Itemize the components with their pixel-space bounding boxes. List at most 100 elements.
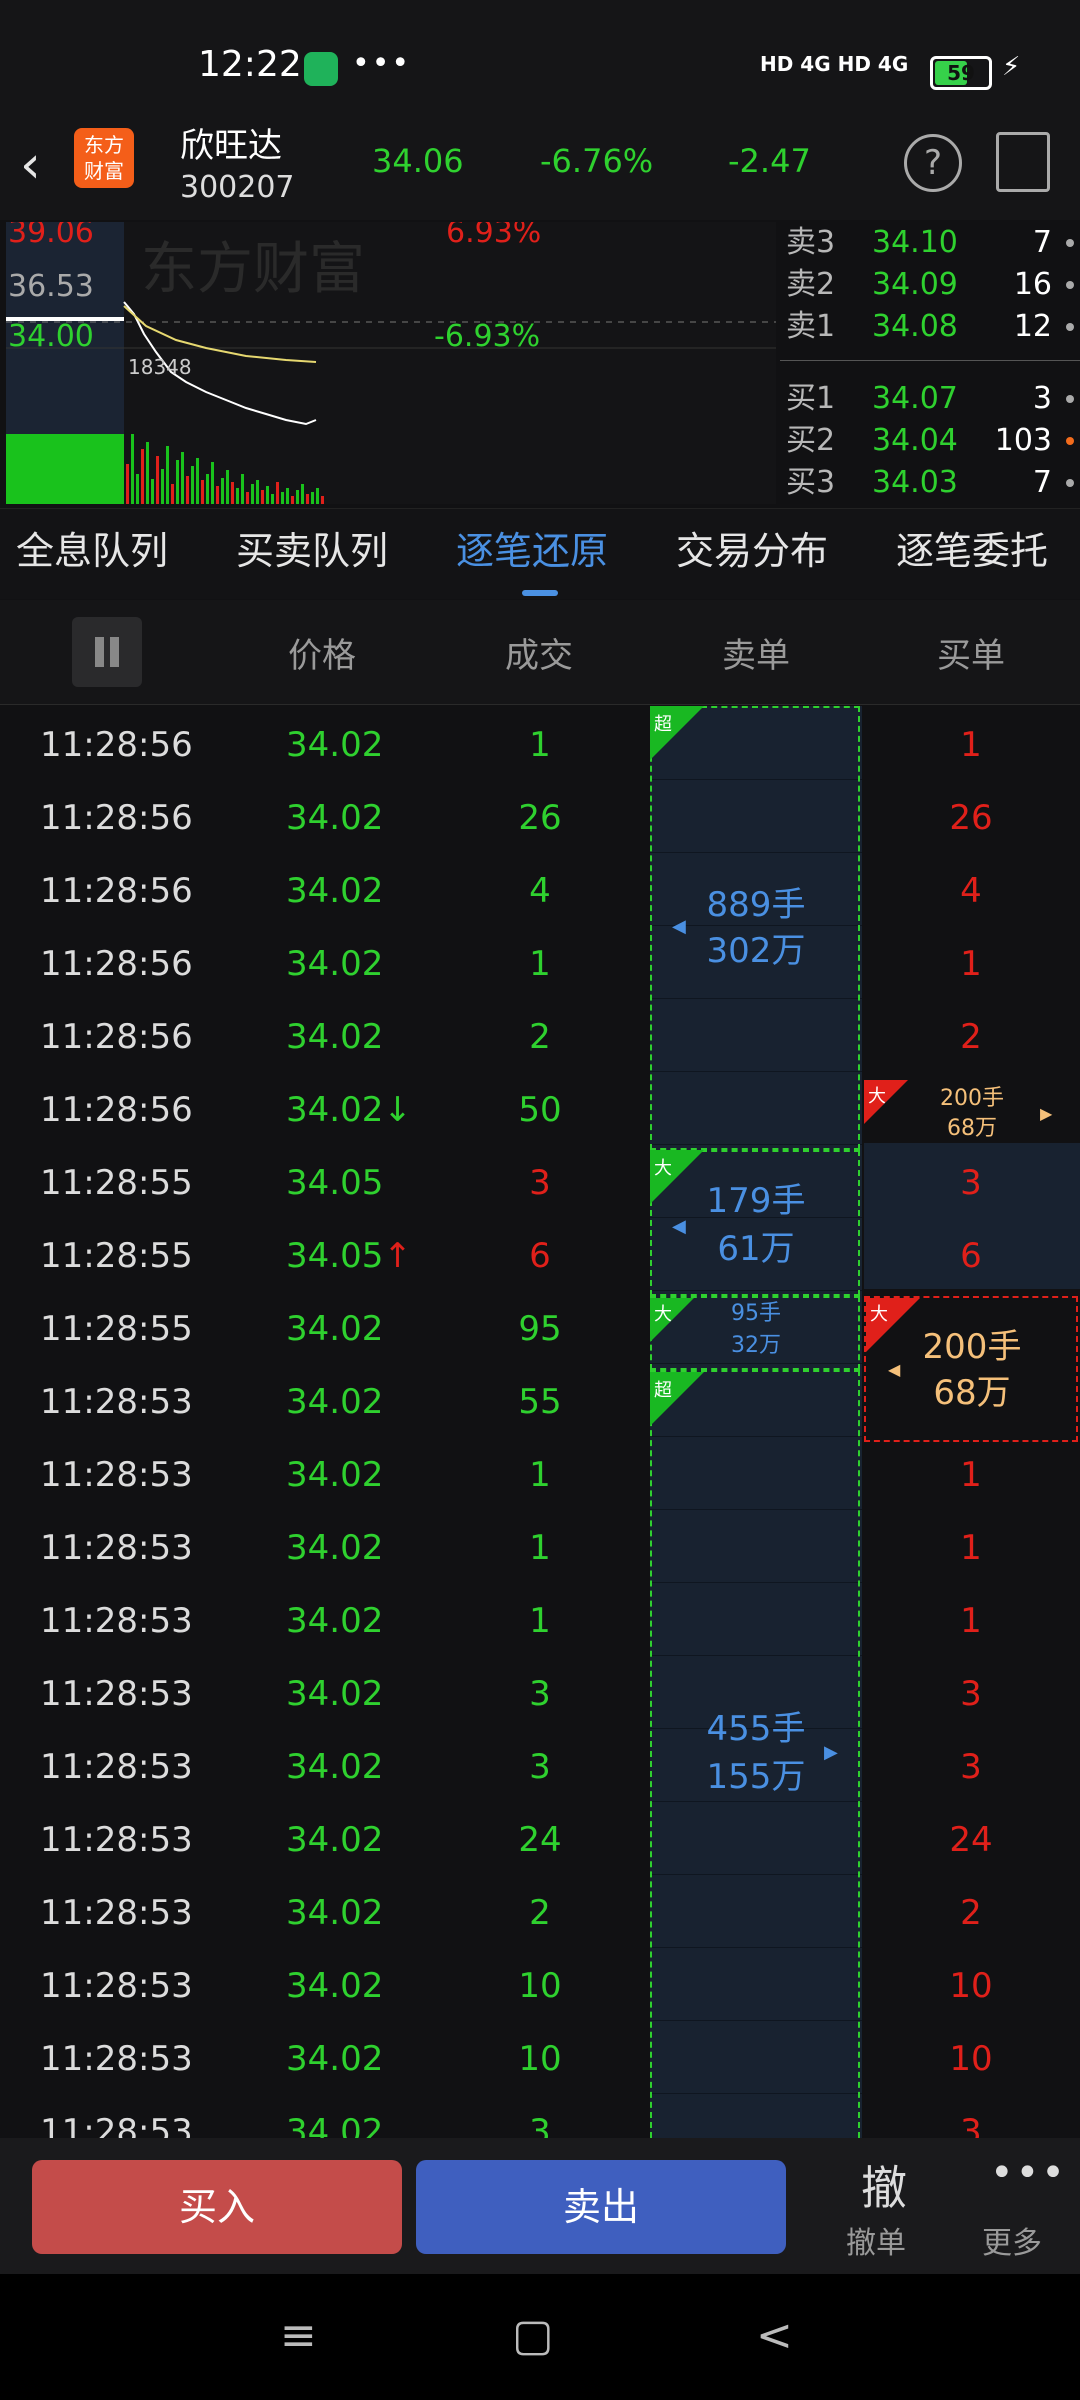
volume-bar bbox=[246, 492, 249, 504]
row-time: 11:28:53 bbox=[40, 1674, 193, 1714]
table-row: 11:28:56 34.02 1 1 bbox=[0, 709, 1080, 782]
row-price: 34.02 bbox=[286, 2039, 384, 2079]
volume-bar bbox=[126, 464, 129, 504]
chart-low-label: 34.00 bbox=[8, 319, 94, 354]
chart-high-pct: 6.93% bbox=[446, 222, 541, 250]
row-price: 34.02 bbox=[286, 871, 384, 911]
ask-dot-icon bbox=[1066, 281, 1074, 289]
volume-bar bbox=[311, 492, 314, 504]
more-label[interactable]: 更多 bbox=[982, 2218, 1042, 2262]
ask-dot-icon bbox=[1066, 323, 1074, 331]
stock-code: 300207 bbox=[180, 170, 295, 205]
row-volume: 55 bbox=[518, 1382, 562, 1422]
row-buy: 3 bbox=[960, 2112, 982, 2138]
row-buy: 1 bbox=[960, 1601, 982, 1641]
row-time: 11:28:56 bbox=[40, 944, 193, 984]
volume-bar bbox=[166, 446, 169, 504]
row-time: 11:28:53 bbox=[40, 1747, 193, 1787]
row-price: 34.05↑ bbox=[286, 1236, 412, 1276]
row-time: 11:28:55 bbox=[40, 1163, 193, 1203]
recents-menu-icon[interactable]: ≡ bbox=[280, 2310, 317, 2361]
tab-trade-distribution[interactable]: 交易分布 bbox=[676, 520, 828, 575]
col-buy: 买单 bbox=[937, 636, 1005, 676]
volume-bar bbox=[316, 488, 319, 504]
intraday-chart[interactable]: 39.06 6.93% 36.53 34.00 -6.93% 18348 东方财… bbox=[6, 215, 776, 504]
row-volume: 95 bbox=[518, 1309, 562, 1349]
bid-row: 买3 34.03 7 bbox=[780, 462, 1080, 504]
order-book[interactable]: 卖3 34.10 7 卖2 34.09 16 卖1 34.08 12 买1 34.07 3 买2… bbox=[780, 222, 1080, 504]
chart-mid-label: 36.53 bbox=[8, 269, 94, 304]
row-price: 34.02 bbox=[286, 1747, 384, 1787]
sell-button[interactable]: 卖出 bbox=[416, 2160, 786, 2254]
bid-dot-icon bbox=[1066, 437, 1074, 445]
row-time: 11:28:53 bbox=[40, 1820, 193, 1860]
back-icon[interactable]: < bbox=[756, 2310, 793, 2361]
table-row: 11:28:56 34.02 26 26 bbox=[0, 782, 1080, 855]
row-volume: 10 bbox=[518, 2039, 562, 2079]
chart-volume-label: 18348 bbox=[128, 355, 192, 379]
tab-full-queue[interactable]: 全息队列 bbox=[16, 520, 168, 575]
volume-bar bbox=[136, 474, 139, 504]
row-time: 11:28:53 bbox=[40, 1528, 193, 1568]
row-volume: 4 bbox=[529, 871, 551, 911]
ask-price: 34.08 bbox=[872, 309, 958, 344]
notification-dots-icon: ••• bbox=[352, 46, 412, 81]
volume-bars bbox=[126, 434, 324, 504]
cancel-order-label[interactable]: 撤单 bbox=[846, 2218, 906, 2262]
split-screen-icon[interactable] bbox=[996, 132, 1050, 192]
tab-buy-sell-queue[interactable]: 买卖队列 bbox=[236, 520, 388, 575]
table-row: 11:28:53 34.02 55 bbox=[0, 1366, 1080, 1439]
row-time: 11:28:53 bbox=[40, 1382, 193, 1422]
volume-bar bbox=[256, 480, 259, 504]
table-row: 11:28:53 34.02 10 10 bbox=[0, 1950, 1080, 2023]
table-row: 11:28:56 34.02 4 4 bbox=[0, 855, 1080, 928]
volume-bar bbox=[231, 482, 234, 504]
back-arrow-icon[interactable]: ‹ bbox=[20, 135, 41, 195]
row-volume: 1 bbox=[529, 1528, 551, 1568]
table-row: 11:28:53 34.02 3 3 bbox=[0, 1731, 1080, 1804]
volume-bar bbox=[281, 492, 284, 504]
row-price: 34.02 bbox=[286, 1309, 384, 1349]
chart-low-pct: -6.93% bbox=[434, 319, 540, 354]
tick-list[interactable]: 11:28:56 34.02 1 1 11:28:56 34.02 26 26 11:28:56… bbox=[0, 706, 1080, 2138]
volume-bar bbox=[221, 478, 224, 504]
tab-tick-restore[interactable]: 逐笔还原 bbox=[456, 520, 608, 575]
ask-volume: 7 bbox=[1032, 225, 1052, 260]
buy-button[interactable]: 买入 bbox=[32, 2160, 402, 2254]
row-volume: 3 bbox=[529, 1747, 551, 1787]
row-buy: 1 bbox=[960, 1528, 982, 1568]
volume-bar bbox=[306, 494, 309, 504]
bid-volume: 7 bbox=[1032, 465, 1052, 500]
cancel-order-icon[interactable]: 撤 bbox=[852, 2152, 916, 2218]
volume-bar bbox=[241, 474, 244, 504]
help-icon[interactable]: ? bbox=[904, 134, 962, 192]
home-icon[interactable]: ▢ bbox=[512, 2310, 554, 2361]
volume-bar bbox=[146, 442, 149, 504]
row-volume: 6 bbox=[529, 1236, 551, 1276]
avg-price-line bbox=[123, 305, 317, 363]
tab-tick-orders[interactable]: 逐笔委托 bbox=[896, 520, 1064, 575]
chart-high-label: 39.06 bbox=[8, 222, 94, 250]
table-row: 11:28:55 34.05 3 3 bbox=[0, 1147, 1080, 1220]
volume-bar bbox=[301, 484, 304, 504]
bid-label: 买1 bbox=[786, 381, 836, 416]
ask-row: 卖2 34.09 16 bbox=[780, 264, 1080, 306]
table-row: 11:28:53 34.02 1 1 bbox=[0, 1585, 1080, 1658]
row-volume: 2 bbox=[529, 1017, 551, 1057]
shield-icon bbox=[304, 52, 338, 86]
volume-bar bbox=[296, 490, 299, 504]
row-volume: 1 bbox=[529, 725, 551, 765]
ask-row: 卖3 34.10 7 bbox=[780, 222, 1080, 264]
pre-volume-area bbox=[6, 434, 124, 504]
active-tab-indicator bbox=[522, 590, 558, 596]
row-time: 11:28:53 bbox=[40, 2039, 193, 2079]
more-icon[interactable]: ••• bbox=[990, 2150, 1067, 2196]
row-buy: 26 bbox=[949, 798, 993, 838]
ask-price: 34.09 bbox=[872, 267, 958, 302]
volume-bar bbox=[271, 494, 274, 504]
signal-icon: HD 4G HD 4G bbox=[760, 52, 909, 76]
row-time: 11:28:55 bbox=[40, 1309, 193, 1349]
volume-bar bbox=[161, 469, 164, 504]
pause-icon[interactable] bbox=[72, 617, 142, 687]
row-volume: 24 bbox=[518, 1820, 562, 1860]
